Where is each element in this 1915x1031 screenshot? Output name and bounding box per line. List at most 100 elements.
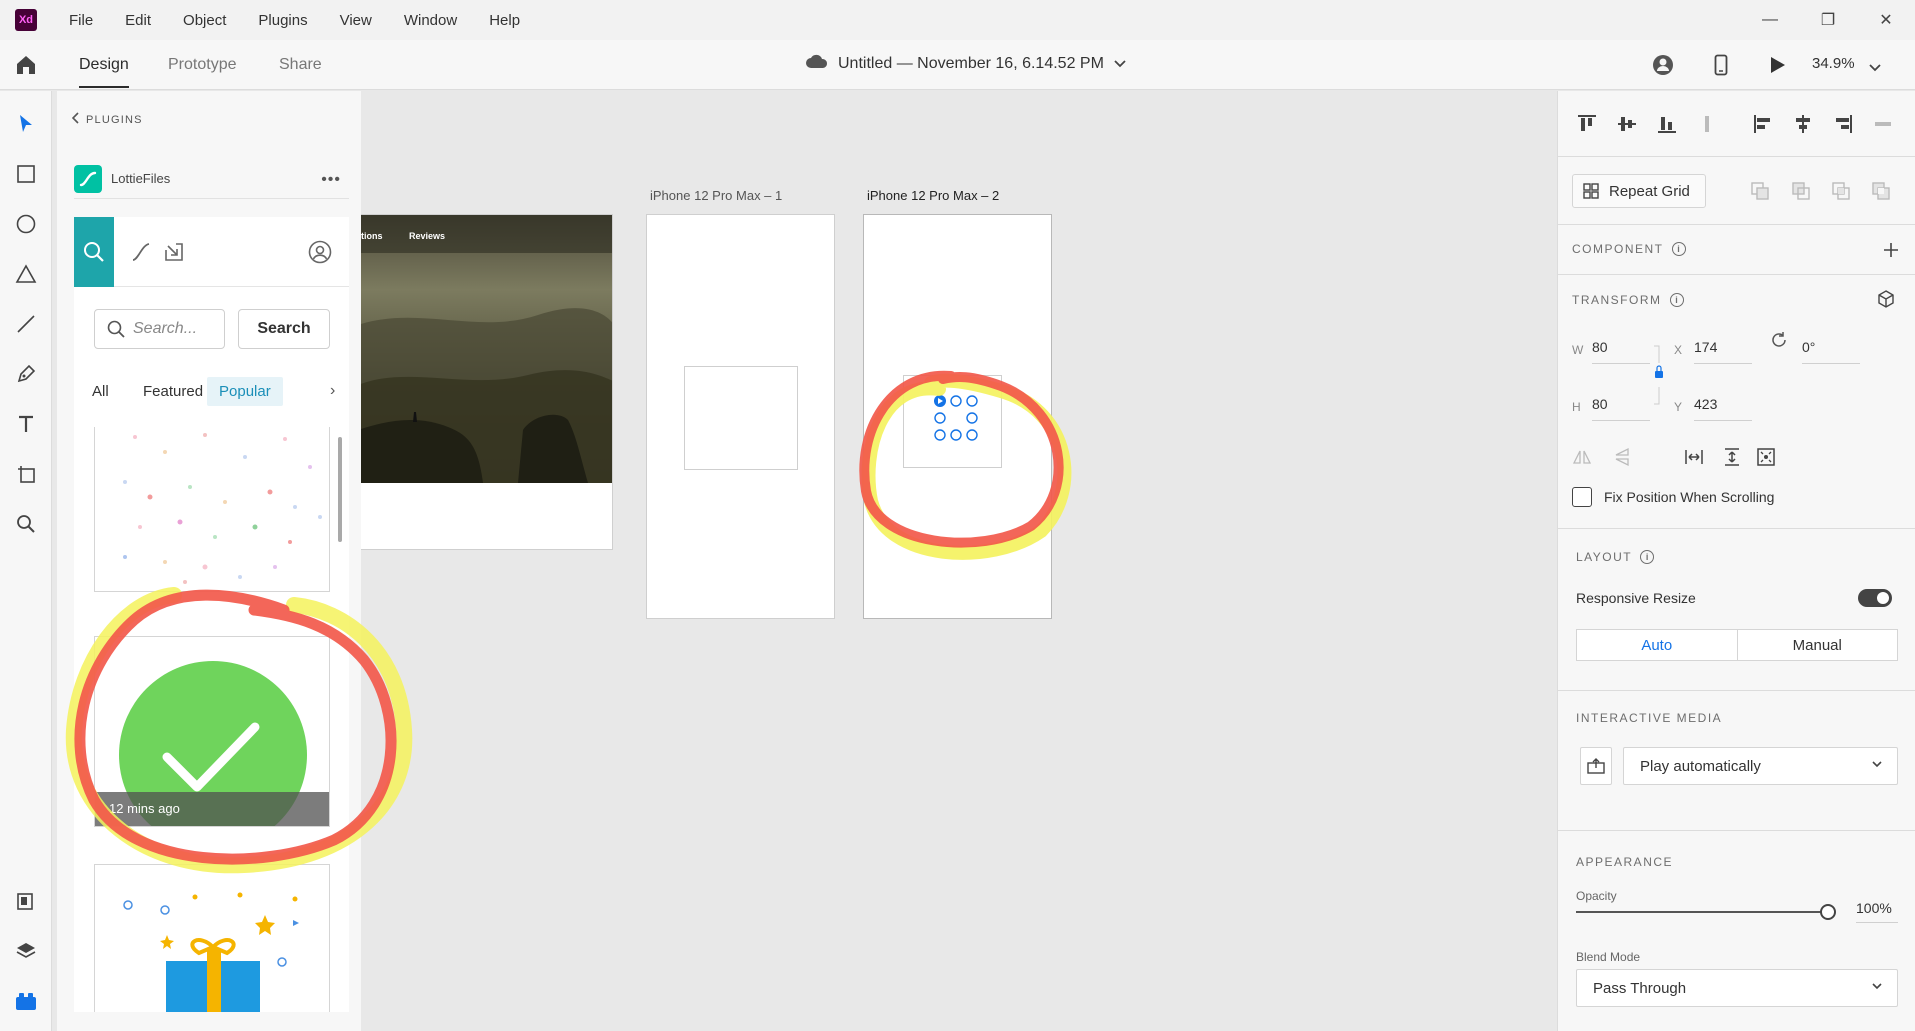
curve-tab-icon[interactable] [128,239,154,265]
restore-button[interactable]: ❐ [1799,0,1857,40]
chevron-down-icon [1872,761,1882,768]
flip-vertical-icon[interactable] [1612,447,1632,467]
search-tab[interactable] [74,217,114,287]
search-input[interactable]: Search... [94,309,225,349]
user-account-icon[interactable] [307,239,333,265]
layout-auto-option[interactable]: Auto [1577,630,1738,660]
distribute-vertical-icon[interactable] [1696,113,1718,135]
text-tool-icon[interactable] [13,411,39,437]
filter-all[interactable]: All [92,383,109,400]
boolean-exclude-icon[interactable] [1871,181,1891,201]
flip-horizontal-icon[interactable] [1572,447,1592,467]
home-icon[interactable] [14,53,38,77]
opacity-input[interactable]: 100% [1856,900,1898,923]
align-center-icon[interactable] [1792,113,1814,135]
tab-share[interactable]: Share [279,56,322,74]
select-tool-icon[interactable] [13,111,39,137]
minimize-button[interactable]: — [1741,0,1799,40]
animation-card-gift[interactable] [94,864,330,1012]
align-bottom-icon[interactable] [1656,113,1678,135]
3d-transform-icon[interactable] [1876,289,1896,309]
opacity-slider-thumb[interactable] [1820,904,1836,920]
annotation-circle-canvas [859,370,1072,560]
rectangle-tool-icon[interactable] [13,161,39,187]
filter-popular[interactable]: Popular [207,377,283,406]
transform-section: TRANSFORM i W 80 X 174 0° H 80 Y 423 Fix… [1558,275,1915,529]
close-button[interactable]: ✕ [1857,0,1915,40]
artboard-tool-icon[interactable] [13,461,39,487]
fix-position-checkbox[interactable] [1572,487,1592,507]
animation-card[interactable] [94,427,330,592]
line-tool-icon[interactable] [13,311,39,337]
boolean-intersect-icon[interactable] [1831,181,1851,201]
invite-user-icon[interactable] [1651,53,1675,77]
fit-to-content-icon[interactable] [1756,447,1776,467]
artboard-iphone-1[interactable] [646,214,835,619]
breadcrumb[interactable]: PLUGINS [71,112,143,127]
ellipse-tool-icon[interactable] [13,211,39,237]
placeholder-rectangle[interactable] [684,366,798,470]
lock-aspect-icon[interactable] [1654,345,1664,405]
zoom-tool-icon[interactable] [13,511,39,537]
layers-panel-icon[interactable] [13,938,39,964]
distribute-horizontal-icon[interactable] [1872,113,1894,135]
add-component-icon[interactable] [1884,243,1898,257]
design-canvas[interactable]: tions Reviews iPhone 12 Pro Max – 1 iPho… [361,91,1557,1031]
import-tab-icon[interactable] [161,239,187,265]
x-input[interactable]: 174 [1694,339,1752,364]
responsive-resize-toggle[interactable] [1858,589,1892,607]
play-preview-icon[interactable] [1766,53,1790,77]
width-input[interactable]: 80 [1592,339,1650,364]
zoom-level-select[interactable]: 34.9% [1812,55,1881,76]
distribute-spacing-horizontal-icon[interactable] [1684,447,1704,467]
menu-file[interactable]: File [53,12,109,29]
plugins-panel-icon[interactable] [13,988,39,1014]
artboard-landing-page[interactable]: tions Reviews [361,214,613,550]
distribute-spacing-vertical-icon[interactable] [1722,447,1742,467]
menu-plugins[interactable]: Plugins [242,12,323,29]
layout-manual-option[interactable]: Manual [1738,630,1898,660]
height-input[interactable]: 80 [1592,396,1650,421]
menu-edit[interactable]: Edit [109,12,167,29]
y-input[interactable]: 423 [1694,396,1752,421]
boolean-add-icon[interactable] [1750,181,1770,201]
filter-featured[interactable]: Featured [143,383,203,400]
more-options-icon[interactable]: ••• [321,171,341,189]
info-icon[interactable]: i [1671,242,1686,256]
menu-window[interactable]: Window [388,12,473,29]
artboard-label-1[interactable]: iPhone 12 Pro Max – 1 [650,188,782,203]
assets-panel-icon[interactable] [13,888,39,914]
boolean-subtract-icon[interactable] [1791,181,1811,201]
align-right-icon[interactable] [1832,113,1854,135]
align-middle-icon[interactable] [1616,113,1638,135]
media-action-button[interactable] [1580,747,1612,785]
repeat-grid-button[interactable]: Repeat Grid [1572,174,1706,208]
align-left-icon[interactable] [1752,113,1774,135]
search-icon [84,242,104,262]
menu-view[interactable]: View [324,12,388,29]
artboard-label-2[interactable]: iPhone 12 Pro Max – 2 [867,188,999,203]
layout-title-label: LAYOUT [1576,550,1633,564]
tab-prototype[interactable]: Prototype [168,56,236,74]
menu-object[interactable]: Object [167,12,242,29]
scrollbar-thumb[interactable] [338,437,342,542]
align-top-icon[interactable] [1576,113,1598,135]
blend-mode-value: Pass Through [1593,979,1687,997]
nav-item-options: tions [361,231,383,241]
chevron-right-icon[interactable]: › [330,382,335,400]
info-icon[interactable]: i [1640,550,1655,564]
tab-design[interactable]: Design [79,56,129,88]
cloud-icon [806,54,828,73]
rotation-input[interactable]: 0° [1802,339,1860,364]
device-preview-icon[interactable] [1709,53,1733,77]
blend-mode-dropdown[interactable]: Pass Through [1576,969,1898,1007]
info-icon[interactable]: i [1669,293,1684,307]
polygon-tool-icon[interactable] [13,261,39,287]
playback-dropdown[interactable]: Play automatically [1623,747,1898,785]
menu-help[interactable]: Help [473,12,536,29]
annotation-circle-plugin [65,587,413,874]
search-button[interactable]: Search [238,309,330,349]
opacity-slider-track[interactable] [1576,911,1824,913]
pen-tool-icon[interactable] [13,361,39,387]
document-title[interactable]: Untitled — November 16, 6.14.52 PM [806,54,1126,73]
